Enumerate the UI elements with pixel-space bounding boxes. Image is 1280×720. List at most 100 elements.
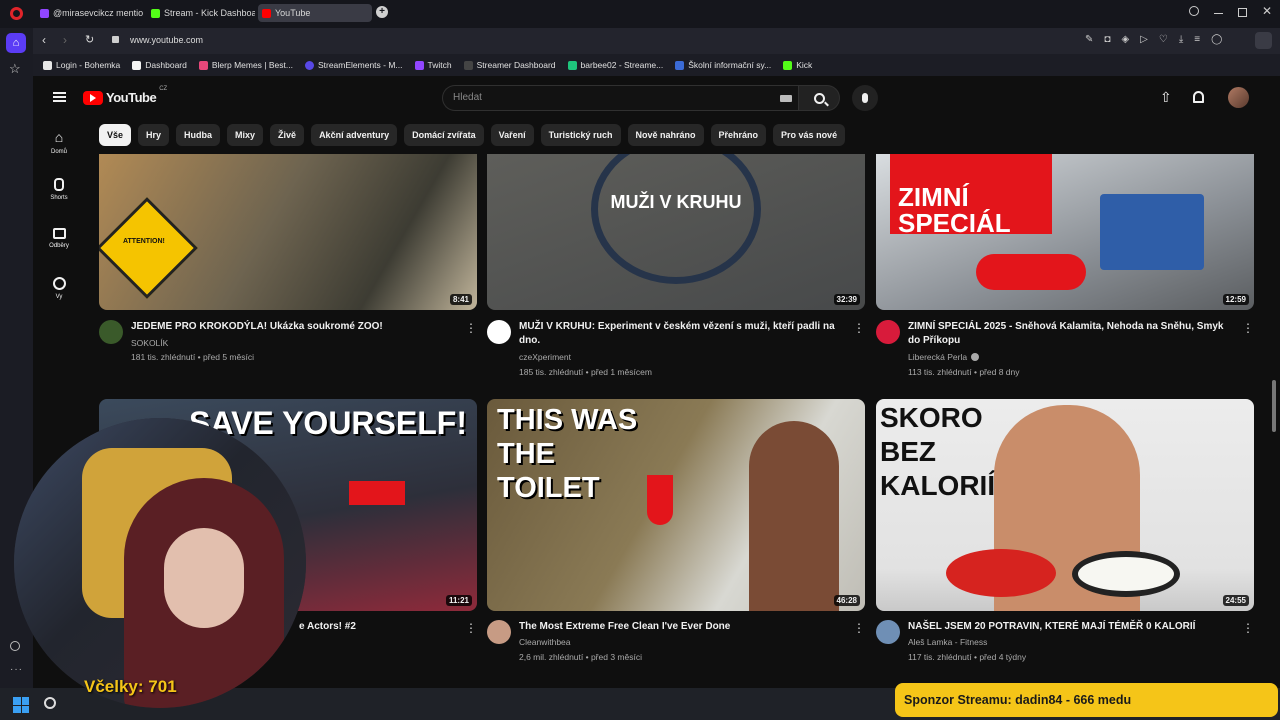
- bookmark-barbee02[interactable]: barbee02 - Streame...: [567, 60, 663, 70]
- page-scrollbar-thumb[interactable]: [1272, 380, 1276, 432]
- guide-shorts[interactable]: Shorts: [33, 178, 85, 201]
- video-thumbnail[interactable]: MUŽI V KRUHU 32:39: [487, 154, 865, 310]
- channel-name[interactable]: czeXperiment: [519, 350, 571, 365]
- channel-name[interactable]: SOKOLÍK: [131, 336, 168, 351]
- youtube-logo[interactable]: YouTube CZ: [83, 86, 167, 105]
- play-icon[interactable]: ▷: [1140, 34, 1148, 45]
- chip-mixes[interactable]: Mixy: [227, 124, 264, 146]
- video-thumbnail[interactable]: SKORO BEZ KALORIÍ 24:55: [876, 399, 1254, 611]
- more-options-icon[interactable]: ⋮: [1242, 322, 1254, 334]
- bookmark-kick[interactable]: Kick: [783, 60, 812, 70]
- keyboard-icon[interactable]: [780, 95, 792, 102]
- tab-mentions[interactable]: @mirasevcikcz mentio: [36, 4, 144, 22]
- red-arrow-icon: [349, 481, 405, 505]
- search-icon: [813, 92, 829, 106]
- chip-new-to-you[interactable]: Pro vás nové: [773, 124, 846, 146]
- reload-icon[interactable]: ↻: [85, 33, 94, 46]
- video-thumbnail[interactable]: ZIMNÍ SPECIÁL 12:59: [876, 154, 1254, 310]
- camera-icon[interactable]: ◘: [1104, 34, 1110, 45]
- more-options-icon[interactable]: ⋮: [465, 322, 477, 334]
- chip-live[interactable]: Živě: [270, 124, 305, 146]
- opera-logo-icon[interactable]: [10, 7, 23, 20]
- guide-you[interactable]: Vy: [33, 277, 85, 300]
- back-icon[interactable]: ‹: [42, 33, 46, 47]
- video-title[interactable]: MUŽI V KRUHU: Experiment v českém vězení…: [519, 320, 849, 348]
- more-options-icon[interactable]: ⋮: [465, 622, 477, 634]
- hamburger-menu-icon[interactable]: [53, 92, 66, 102]
- channel-avatar[interactable]: [99, 320, 123, 344]
- chip-recently-uploaded[interactable]: Nově nahráno: [627, 124, 704, 146]
- video-title[interactable]: e Actors! #2: [299, 620, 449, 634]
- more-options-icon[interactable]: ⋮: [853, 622, 865, 634]
- minimize-button[interactable]: [1214, 13, 1223, 14]
- profile-icon[interactable]: ◯: [1211, 34, 1222, 45]
- chip-tourism[interactable]: Turistický ruch: [540, 124, 621, 146]
- url-field[interactable]: www.youtube.com: [130, 35, 203, 45]
- maximize-button[interactable]: [1238, 8, 1247, 17]
- chip-all[interactable]: Vše: [99, 124, 132, 146]
- download-icon[interactable]: ⤓: [1179, 34, 1183, 45]
- channel-avatar[interactable]: [876, 620, 900, 644]
- chip-cooking[interactable]: Vaření: [490, 124, 534, 146]
- more-options-icon[interactable]: ⋮: [1242, 622, 1254, 634]
- tab-youtube[interactable]: YouTube: [258, 4, 372, 22]
- bookmark-skolni-system[interactable]: Školní informační sy...: [675, 60, 771, 70]
- bookmark-streamelements[interactable]: StreamElements - M...: [304, 60, 403, 70]
- new-tab-button[interactable]: +: [376, 6, 388, 18]
- lock-icon: [112, 36, 119, 43]
- channel-avatar[interactable]: [487, 620, 511, 644]
- chip-action-adventure[interactable]: Akční adventury: [311, 124, 398, 146]
- more-options-icon[interactable]: ⋮: [853, 322, 865, 334]
- channel-avatar[interactable]: [487, 320, 511, 344]
- shield-icon[interactable]: ◈: [1121, 34, 1129, 45]
- edit-icon[interactable]: ✎: [1085, 34, 1093, 45]
- bookmark-dashboard[interactable]: Dashboard: [132, 60, 187, 70]
- bookmark-twitch[interactable]: Twitch: [414, 60, 452, 70]
- tab-search-icon[interactable]: [1189, 6, 1199, 16]
- chip-music[interactable]: Hudba: [176, 124, 221, 146]
- video-thumbnail[interactable]: ATTENTION! 8:41: [99, 154, 477, 310]
- extension-icon[interactable]: [1255, 32, 1272, 49]
- person-figure: [749, 421, 839, 611]
- video-title[interactable]: ZIMNÍ SPECIÁL 2025 - Sněhová Kalamita, N…: [908, 320, 1238, 348]
- guide-home[interactable]: ⌂ Domů: [33, 129, 85, 155]
- voice-search-button[interactable]: [852, 85, 878, 111]
- bookmark-bohemka[interactable]: Login - Bohemka: [43, 60, 120, 70]
- workspace-home-icon[interactable]: ⌂: [6, 33, 26, 53]
- video-title[interactable]: The Most Extreme Free Clean I've Ever Do…: [519, 620, 849, 634]
- chip-pets[interactable]: Domácí zvířata: [404, 124, 484, 146]
- browser-tab-bar: @mirasevcikcz mentio Stream - Kick Dashb…: [0, 0, 1280, 28]
- bookmark-blerp[interactable]: Blerp Memes | Best...: [198, 60, 293, 70]
- notifications-bell-icon[interactable]: [1193, 91, 1204, 103]
- video-title[interactable]: JEDEME PRO KROKODÝLA! Ukázka soukromé ZO…: [131, 320, 461, 334]
- upload-icon[interactable]: ⇧: [1160, 89, 1172, 106]
- close-window-button[interactable]: ✕: [1262, 4, 1272, 18]
- channel-name[interactable]: Liberecká Perla: [908, 350, 980, 365]
- account-avatar[interactable]: [1228, 87, 1249, 108]
- guide-subscriptions[interactable]: Odběry: [33, 228, 85, 249]
- heart-icon[interactable]: ♡: [1159, 34, 1168, 45]
- twitch-favicon-icon: [40, 8, 49, 18]
- tab-kick-dashboard[interactable]: Stream - Kick Dashboard: [147, 4, 255, 22]
- forward-icon[interactable]: ›: [63, 33, 67, 47]
- search-button[interactable]: [798, 85, 840, 111]
- strawberries-plate: [946, 549, 1056, 597]
- streamelements-favicon-icon: [304, 60, 314, 70]
- video-card-zero-calories[interactable]: SKORO BEZ KALORIÍ 24:55 NAŠEL JSEM 20 PO…: [876, 399, 1254, 662]
- chip-games[interactable]: Hry: [138, 124, 170, 146]
- channel-name[interactable]: Cleanwithbea: [519, 635, 571, 650]
- video-title[interactable]: NAŠEL JSEM 20 POTRAVIN, KTERÉ MAJÍ TÉMĚŘ…: [908, 620, 1238, 634]
- video-card-zimni-special[interactable]: ZIMNÍ SPECIÁL 12:59 ZIMNÍ SPECIÁL 2025 -…: [876, 154, 1254, 379]
- rice-plate: [1072, 551, 1180, 597]
- video-card-extreme-clean[interactable]: THIS WAS THE TOILET 46:28 The Most Extre…: [487, 399, 865, 662]
- chip-watched[interactable]: Přehráno: [710, 124, 767, 146]
- video-thumbnail[interactable]: THIS WAS THE TOILET 46:28: [487, 399, 865, 611]
- channel-name[interactable]: Aleš Lamka - Fitness: [908, 635, 987, 650]
- favorites-star-icon[interactable]: ☆: [9, 61, 21, 77]
- video-card-crocodile[interactable]: ATTENTION! 8:41 JEDEME PRO KROKODÝLA! Uk…: [99, 154, 477, 364]
- channel-avatar[interactable]: [876, 320, 900, 344]
- video-card-muzi-v-kruhu[interactable]: MUŽI V KRUHU 32:39 MUŽI V KRUHU: Experim…: [487, 154, 865, 379]
- menu-icon[interactable]: ≡: [1194, 34, 1200, 45]
- search-input[interactable]: Hledat: [442, 85, 798, 111]
- bookmark-streamer-dashboard[interactable]: Streamer Dashboard: [463, 60, 556, 70]
